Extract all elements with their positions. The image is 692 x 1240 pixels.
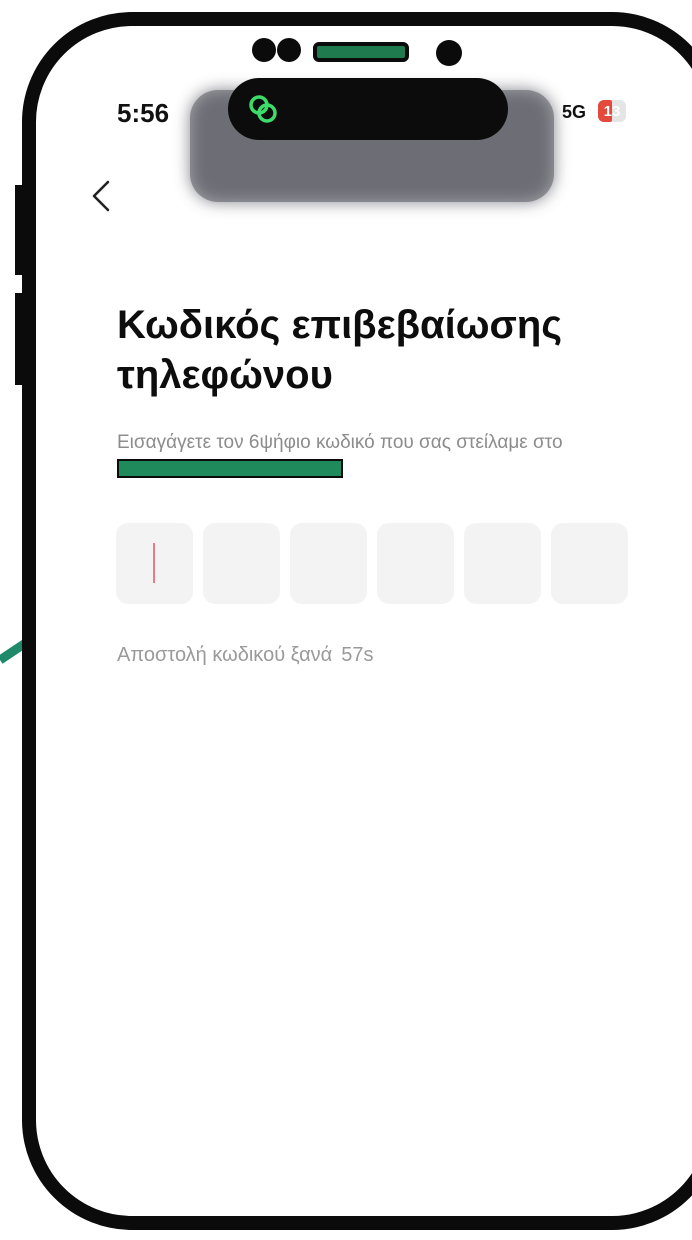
otp-digit-3[interactable]	[290, 523, 367, 604]
otp-digit-4[interactable]	[377, 523, 454, 604]
screenshot-stage: 5:56 5G 13 Κωδικός επιβεβαίωσης τηλεφώνο…	[0, 0, 692, 1240]
redacted-phone-number	[117, 459, 343, 479]
link-rings-icon	[249, 95, 277, 123]
resend-timer: 57s	[341, 644, 374, 666]
battery-indicator: 13	[598, 100, 626, 122]
speaker-bar	[313, 42, 409, 62]
instructions-label: Εισαγάγετε τον 6ψήφιο κωδικό που σας στε…	[117, 432, 563, 453]
page-title: Κωδικός επιβεβαίωσης τηλεφώνου	[117, 303, 563, 397]
resend-code-text: Αποστολή κωδικού ξανά 57s	[117, 644, 373, 667]
otp-input-group	[116, 523, 628, 604]
sensor-dot	[252, 38, 276, 62]
status-time: 5:56	[117, 98, 170, 128]
chevron-left-icon[interactable]	[86, 178, 118, 214]
resend-label: Αποστολή κωδικού ξανά	[117, 644, 333, 666]
sensor-dot	[277, 38, 301, 62]
camera-dot	[436, 40, 462, 66]
otp-digit-6[interactable]	[551, 523, 628, 604]
network-indicator: 5G	[562, 102, 587, 122]
instructions-text: Εισαγάγετε τον 6ψήφιο κωδικό που σας στε…	[117, 430, 657, 482]
otp-digit-5[interactable]	[464, 523, 541, 604]
otp-digit-1[interactable]	[116, 523, 193, 604]
battery-level: 13	[603, 102, 621, 120]
otp-digit-2[interactable]	[203, 523, 280, 604]
text-cursor	[153, 543, 155, 583]
